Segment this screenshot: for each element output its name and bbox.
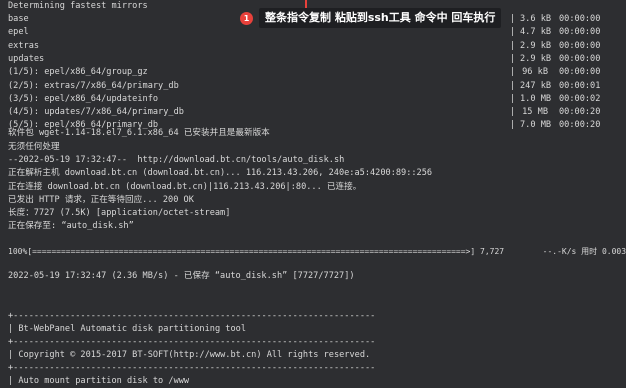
repo-name: epel <box>8 27 29 38</box>
repo-size: 96 kB <box>522 67 548 78</box>
repo-size: 7.0 MB <box>520 120 552 131</box>
repo-name: (4/5): updates/7/x86_64/primary_db <box>8 107 184 118</box>
terminal-line: 长度：7727 (7.5K) [application/octet-stream… <box>8 208 231 218</box>
progress-bar-line: 100%[===================================… <box>8 247 626 256</box>
terminal-line: 无须任何处理 <box>8 142 60 152</box>
terminal-line: 软件包 wget-1.14-18.el7_6.1.x86_64 已安装并且是最新… <box>8 128 270 138</box>
column-separator: | <box>510 93 516 104</box>
repo-size: 15 MB <box>522 107 548 118</box>
column-separator: | <box>510 120 516 131</box>
repo-time: 00:00:00 <box>559 40 601 51</box>
repo-time: 00:00:00 <box>559 53 601 64</box>
repo-row: (4/5): updates/7/x86_64/primary_db | 15 MB… <box>0 106 626 119</box>
repo-time: 00:00:00 <box>559 67 601 78</box>
terminal-line: 已发出 HTTP 请求，正在等待回应... 200 OK <box>8 195 194 205</box>
column-separator: | <box>510 14 516 24</box>
terminal-line: 正在解析主机 download.bt.cn (download.bt.cn)..… <box>8 168 433 178</box>
column-separator: | <box>510 67 516 78</box>
repo-size: 2.9 kB <box>520 53 552 64</box>
terminal-line: --2022-05-19 17:32:47-- http://download.… <box>8 155 345 165</box>
repo-name: updates <box>8 53 45 64</box>
box-border-line: +---------------------------------------… <box>8 311 376 321</box>
repo-size: 2.9 kB <box>520 40 552 51</box>
repo-size: 4.7 kB <box>520 27 552 38</box>
repo-name: base <box>8 14 29 24</box>
terminal-header-line: Determining fastest mirrors <box>8 1 148 11</box>
column-separator: | <box>510 27 516 38</box>
box-auto-mount-line: | Auto mount partition disk to /www <box>8 376 190 386</box>
repo-time: 00:00:20 <box>559 107 601 118</box>
repo-time: 00:00:00 <box>559 27 601 38</box>
annotation-text: 整条指令复制 粘贴到ssh工具 命令中 回车执行 <box>259 8 502 28</box>
repo-name: (2/5): extras/7/x86_64/primary_db <box>8 80 179 91</box>
repo-size: 1.0 MB <box>520 93 552 104</box>
repo-name: extras <box>8 40 40 51</box>
repo-size: 3.6 kB <box>520 14 552 24</box>
box-copyright-line: | Copyright © 2015-2017 BT-SOFT(http://w… <box>8 350 371 360</box>
annotation-banner: 1 整条指令复制 粘贴到ssh工具 命令中 回车执行 <box>240 7 502 29</box>
column-separator: | <box>510 53 516 64</box>
repo-row: updates | 2.9 kB 00:00:00 <box>0 53 626 66</box>
column-separator: | <box>510 40 516 51</box>
repo-row: (1/5): epel/x86_64/group_gz | 96 kB 00:00:0… <box>0 66 626 79</box>
box-title-line: | Bt-WebPanel Automatic disk partitionin… <box>8 324 246 334</box>
terminal-line: 正在保存至: “auto_disk.sh” <box>8 221 134 231</box>
column-separator: | <box>510 107 516 118</box>
repo-name: (3/5): epel/x86_64/updateinfo <box>8 93 159 104</box>
repo-name: (1/5): epel/x86_64/group_gz <box>8 67 148 78</box>
step-number-badge: 1 <box>240 11 253 25</box>
saved-status-line: 2022-05-19 17:32:47 (2.36 MB/s) - 已保存 “a… <box>8 271 355 281</box>
column-separator: | <box>510 80 516 91</box>
repo-time: 00:00:00 <box>559 14 601 24</box>
box-border-line: +---------------------------------------… <box>8 337 376 347</box>
repo-time: 00:00:20 <box>559 120 601 131</box>
repo-row: (2/5): extras/7/x86_64/primary_db | 247 kB… <box>0 80 626 93</box>
repo-time: 00:00:02 <box>559 93 601 104</box>
repo-row: extras | 2.9 kB 00:00:00 <box>0 40 626 53</box>
terminal-window[interactable]: Determining fastest mirrors base | 3.6 kB 0… <box>0 0 626 386</box>
terminal-line: 正在连接 download.bt.cn (download.bt.cn)|116… <box>8 182 362 192</box>
repo-time: 00:00:01 <box>559 80 601 91</box>
repo-size: 247 kB <box>520 80 552 91</box>
repo-row: (3/5): epel/x86_64/updateinfo | 1.0 MB 00:0… <box>0 93 626 106</box>
box-border-line: +---------------------------------------… <box>8 363 376 373</box>
